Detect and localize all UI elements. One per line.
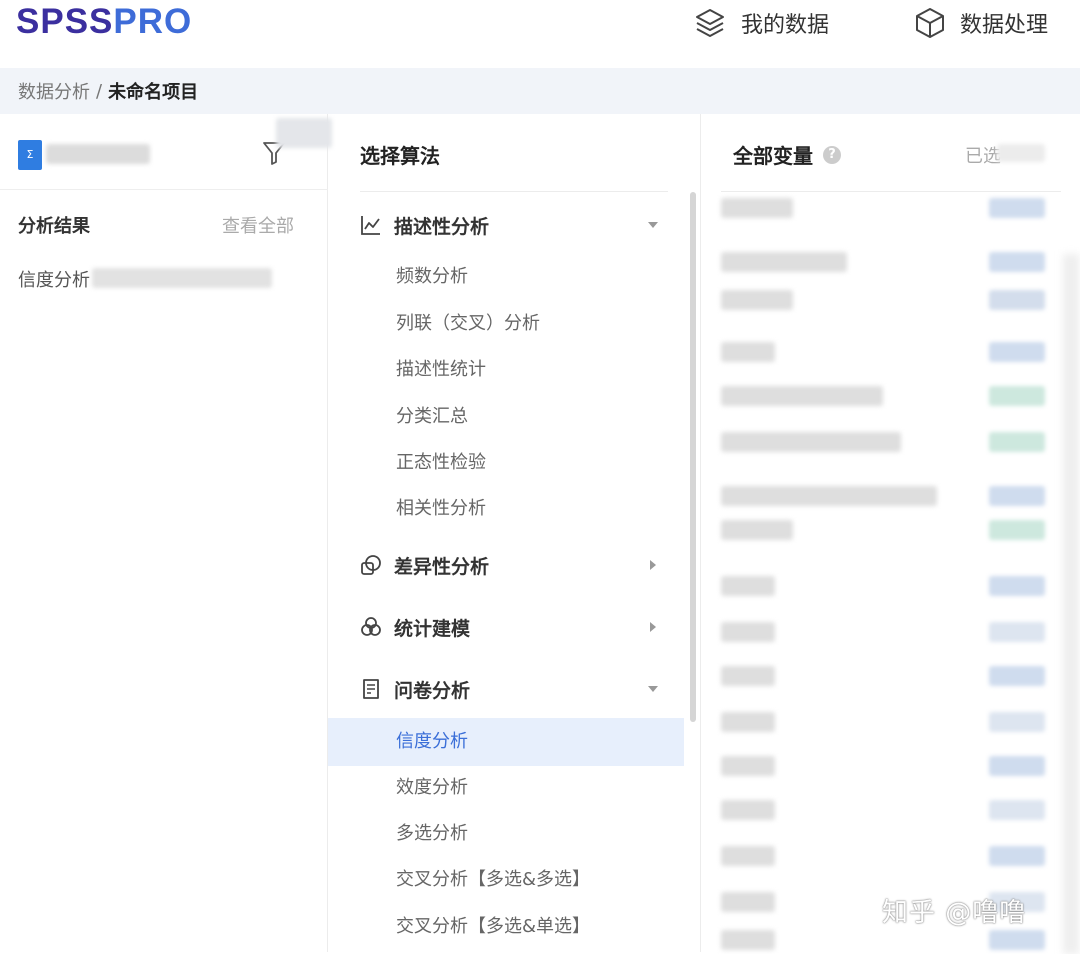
divider [360, 191, 668, 192]
breadcrumb: 数据分析 / 未命名项目 [0, 68, 1080, 114]
algorithm-correlation[interactable]: 相关性分析 [396, 496, 486, 522]
blurred-badge [276, 118, 332, 148]
algorithm-normality-test[interactable]: 正态性检验 [396, 450, 486, 476]
analysis-results-heading: 分析结果 [18, 216, 90, 237]
category-difference[interactable]: 差异性分析 [360, 550, 660, 580]
overlap-icon [361, 555, 381, 575]
algorithm-panel: 选择算法 描述性分析 频数分析 列联（交叉）分析 描述性统计 分类汇总 正态性检… [328, 114, 700, 952]
algorithm-multi-choice[interactable]: 多选分析 [396, 821, 468, 847]
help-icon[interactable]: ? [823, 145, 841, 164]
layers-icon [696, 9, 724, 37]
algorithm-cross-multi-multi[interactable]: 交叉分析【多选&多选】 [396, 867, 590, 893]
result-item[interactable]: 信度分析 [18, 266, 90, 292]
algorithm-crosstab[interactable]: 列联（交叉）分析 [396, 311, 540, 337]
blurred-result-detail [92, 268, 272, 288]
breadcrumb-data-analysis[interactable]: 数据分析 [18, 78, 90, 104]
nav-my-data-label: 我的数据 [741, 13, 830, 38]
category-descriptive[interactable]: 描述性分析 [360, 210, 660, 240]
algorithm-reliability[interactable]: 信度分析 [396, 729, 468, 755]
category-modeling[interactable]: 统计建模 [360, 612, 660, 642]
blurred-selected-count [997, 144, 1045, 162]
algorithm-cross-multi-single[interactable]: 交叉分析【多选&单选】 [396, 914, 590, 940]
algorithm-descriptive-stats[interactable]: 描述性统计 [396, 357, 486, 383]
algorithm-frequency[interactable]: 频数分析 [396, 264, 468, 290]
caret-down-icon [648, 222, 658, 228]
view-all-link[interactable]: 查看全部 [222, 212, 294, 238]
selected-variables-label[interactable]: 已选 [965, 142, 1001, 168]
nav-my-data[interactable]: 我的数据 [693, 6, 829, 40]
all-variables-heading: 全部变量 ? [733, 140, 841, 169]
cube-icon [916, 8, 944, 38]
select-algorithm-heading: 选择算法 [360, 144, 440, 168]
questionnaire-icon [363, 679, 379, 699]
breadcrumb-separator: / [96, 80, 103, 102]
caret-right-icon [650, 622, 656, 632]
left-panel: Σ 分析结果 查看全部 信度分析 [0, 114, 332, 952]
caret-down-icon [648, 686, 658, 692]
project-file-row[interactable]: Σ [0, 114, 332, 190]
algorithm-group-summary[interactable]: 分类汇总 [396, 404, 468, 430]
watermark: 知乎 @噜噜 [882, 898, 1027, 928]
blurred-file-name [46, 144, 150, 164]
spreadsheet-file-icon: Σ [18, 140, 42, 170]
breadcrumb-current-project: 未命名项目 [108, 82, 199, 103]
algorithm-scrollbar[interactable] [690, 192, 696, 722]
divider [721, 191, 1061, 192]
app-logo[interactable]: SPSSPRO [16, 2, 192, 42]
nav-data-processing-label: 数据处理 [960, 13, 1049, 38]
nav-data-processing[interactable]: 数据处理 [914, 6, 1048, 40]
caret-right-icon [650, 560, 656, 570]
active-item-highlight [328, 718, 684, 766]
category-questionnaire[interactable]: 问卷分析 [360, 674, 660, 704]
algorithm-validity[interactable]: 效度分析 [396, 775, 468, 801]
venn-icon [361, 617, 381, 636]
top-header: SPSSPRO 我的数据 数据处理 [0, 0, 1080, 68]
blurred-scrollbar [1063, 254, 1079, 954]
variables-panel: 全部变量 ? 已选 [700, 114, 1080, 954]
line-chart-icon [361, 216, 380, 235]
